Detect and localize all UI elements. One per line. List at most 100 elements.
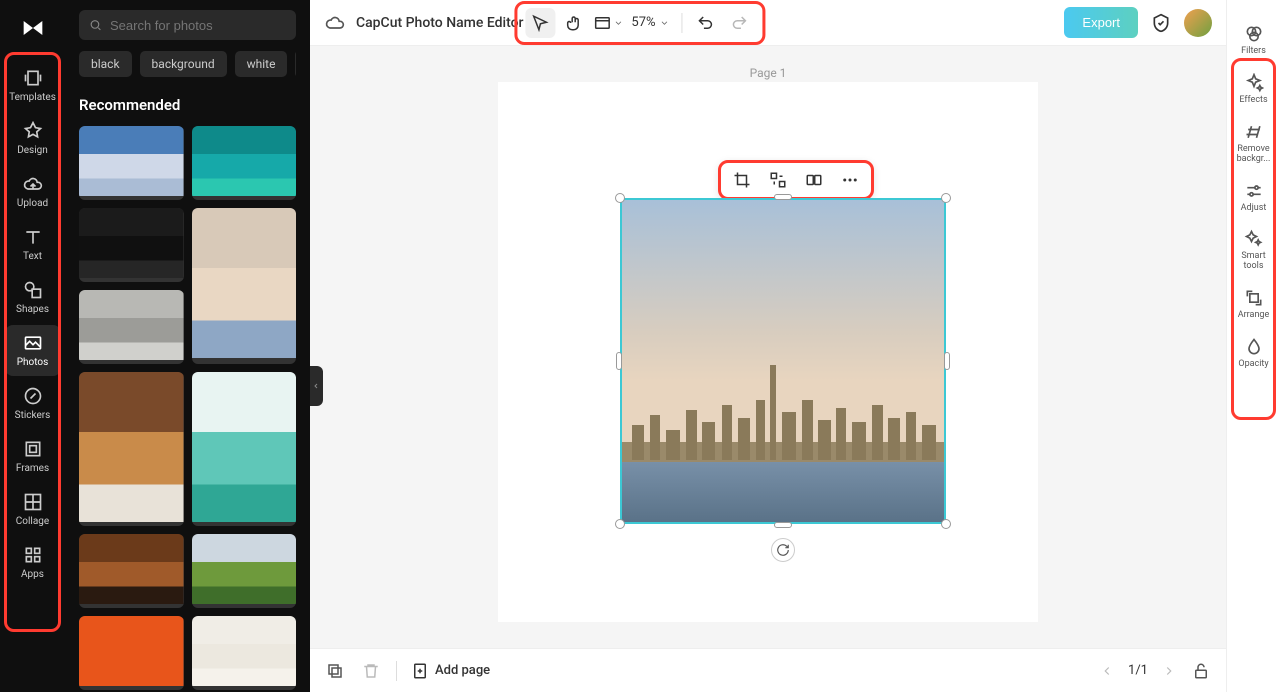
right-panel: Filters Effects Remove backgr... Adjust Smar… (1226, 0, 1280, 692)
rp-removebg[interactable]: Remove backgr... (1231, 116, 1277, 171)
photo-thumbnail[interactable] (79, 616, 184, 690)
rp-opacity[interactable]: Opacity (1231, 331, 1277, 376)
redo-button[interactable] (725, 8, 755, 38)
nav-label: Upload (17, 198, 48, 209)
nav-rail: Templates Design Upload Text Shapes Photos Sti… (0, 0, 65, 692)
photo-thumbnail[interactable] (79, 126, 184, 200)
design-icon (23, 121, 43, 141)
lock-button[interactable] (1190, 660, 1212, 682)
rp-label: Filters (1241, 47, 1266, 57)
tag-background[interactable]: background (140, 51, 227, 77)
nav-frames[interactable]: Frames (5, 431, 61, 482)
rp-label: Effects (1239, 96, 1267, 106)
search-box[interactable] (79, 10, 296, 40)
section-title: Recommended (79, 96, 296, 114)
nav-label: Design (17, 145, 48, 156)
resize-handle[interactable] (774, 522, 792, 528)
photo-thumbnail[interactable] (192, 534, 297, 608)
rotate-handle[interactable] (771, 538, 795, 562)
photo-thumbnail[interactable] (192, 126, 297, 200)
upload-icon (23, 174, 43, 194)
replace-button[interactable] (767, 169, 789, 191)
nav-collage[interactable]: Collage (5, 484, 61, 535)
rp-smarttools[interactable]: Smart tools (1231, 223, 1277, 278)
rp-label: Smart tools (1231, 252, 1277, 272)
nav-apps[interactable]: Apps (5, 537, 61, 588)
photo-thumbnail[interactable] (192, 616, 297, 690)
nav-stickers[interactable]: Stickers (5, 378, 61, 429)
collage-icon (23, 492, 43, 512)
nav-label: Stickers (15, 410, 51, 421)
nav-upload[interactable]: Upload (5, 166, 61, 217)
resize-handle[interactable] (615, 519, 625, 529)
photo-thumbnail[interactable] (192, 208, 297, 364)
flip-button[interactable] (803, 169, 825, 191)
apps-icon (23, 545, 43, 565)
nav-label: Frames (16, 463, 49, 474)
nav-label: Apps (21, 569, 44, 580)
photos-icon (23, 333, 43, 353)
search-input[interactable] (110, 18, 286, 33)
user-avatar[interactable] (1184, 9, 1212, 37)
photo-thumbnail[interactable] (79, 208, 184, 282)
rp-filters[interactable]: Filters (1231, 18, 1277, 63)
nav-label: Templates (9, 92, 56, 103)
tag-black[interactable]: black (79, 51, 132, 77)
undo-button[interactable] (691, 8, 721, 38)
hand-tool-button[interactable] (559, 8, 589, 38)
rp-label: Remove backgr... (1231, 145, 1277, 165)
photo-thumbnail[interactable] (79, 372, 184, 526)
resize-handle[interactable] (941, 193, 951, 203)
export-button[interactable]: Export (1064, 7, 1138, 38)
selected-image[interactable] (620, 198, 946, 524)
tag-row: black background white (79, 50, 296, 78)
nav-label: Photos (17, 357, 49, 368)
nav-photos[interactable]: Photos (5, 325, 61, 376)
delete-button (360, 660, 382, 682)
rp-effects[interactable]: Effects (1231, 67, 1277, 112)
add-page-label: Add page (435, 663, 490, 678)
canvas-area[interactable]: Page 1 (310, 46, 1226, 648)
shield-icon[interactable] (1150, 12, 1172, 34)
nav-label: Collage (16, 516, 49, 527)
nav-text[interactable]: Text (5, 219, 61, 270)
layers-button[interactable] (324, 660, 346, 682)
page-indicator: 1/1 (1128, 663, 1148, 678)
resize-canvas-button[interactable] (593, 8, 623, 38)
zoom-level-dropdown[interactable]: 57% (627, 15, 673, 30)
rp-arrange[interactable]: Arrange (1231, 282, 1277, 327)
crop-button[interactable] (731, 169, 753, 191)
tag-white[interactable]: white (235, 51, 288, 77)
nav-shapes[interactable]: Shapes (5, 272, 61, 323)
select-tool-button[interactable] (525, 8, 555, 38)
top-bar: CapCut Photo Name Editor (310, 0, 1226, 46)
add-page-button[interactable]: Add page (411, 662, 490, 680)
rp-adjust[interactable]: Adjust (1231, 175, 1277, 220)
resize-handle[interactable] (774, 194, 792, 200)
cloud-sync-icon[interactable] (324, 12, 346, 34)
app-logo[interactable] (15, 10, 51, 46)
removebg-icon (1244, 122, 1264, 142)
document-title[interactable]: CapCut Photo Name Editor (356, 15, 524, 31)
smarttools-icon (1244, 229, 1264, 249)
more-button[interactable] (839, 169, 861, 191)
rp-label: Arrange (1238, 311, 1270, 321)
effects-icon (1244, 73, 1264, 93)
photo-grid (79, 126, 296, 692)
page-label: Page 1 (750, 66, 787, 80)
photo-thumbnail[interactable] (79, 290, 184, 364)
nav-templates[interactable]: Templates (5, 60, 61, 111)
nav-design[interactable]: Design (5, 113, 61, 164)
resize-handle[interactable] (615, 193, 625, 203)
collapse-panel-button[interactable] (310, 366, 323, 406)
opacity-icon (1244, 337, 1264, 357)
resize-handle[interactable] (941, 519, 951, 529)
nav-label: Shapes (16, 304, 49, 315)
adjust-icon (1244, 181, 1264, 201)
resize-handle[interactable] (944, 352, 950, 370)
photo-thumbnail[interactable] (79, 534, 184, 608)
photo-thumbnail[interactable] (192, 372, 297, 526)
rp-label: Adjust (1241, 204, 1267, 214)
resize-handle[interactable] (616, 352, 622, 370)
tags-more-button[interactable] (295, 50, 296, 78)
